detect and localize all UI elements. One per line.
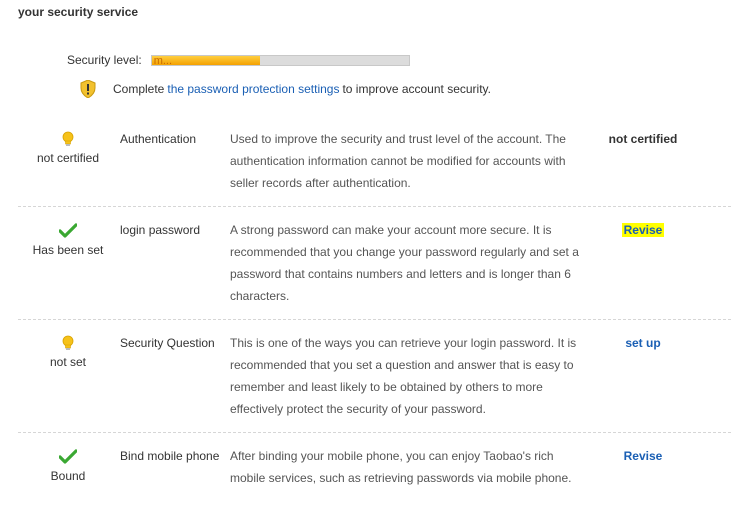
shield-warning-icon: [80, 80, 96, 98]
authentication-status: not certified: [18, 131, 118, 165]
item-description: A strong password can make your account …: [230, 223, 579, 303]
row-divider: [18, 319, 731, 320]
item-description: After binding your mobile phone, you can…: [230, 449, 572, 485]
status-text: Has been set: [32, 243, 104, 257]
checkmark-icon: [18, 449, 118, 465]
login-password-action: Revise: [588, 223, 698, 237]
security-question-action: set up: [588, 336, 698, 350]
mobile-phone-action: Revise: [588, 449, 698, 463]
row-divider: [18, 432, 731, 433]
revise-password-button[interactable]: Revise: [621, 223, 665, 237]
security-level: Security level: m...: [67, 53, 410, 67]
security-question-status: not set: [18, 335, 118, 369]
status-text: not certified: [36, 151, 100, 165]
login-password-status: Has been set: [18, 223, 118, 257]
set-up-button[interactable]: set up: [625, 336, 660, 350]
action-label: not certified: [608, 132, 678, 146]
lightbulb-icon: [18, 131, 118, 147]
lightbulb-icon: [18, 335, 118, 351]
security-level-bar: m...: [150, 54, 410, 67]
notice-prefix: Complete: [113, 82, 165, 96]
item-name: Authentication: [120, 132, 197, 146]
security-level-bar-text: m...: [153, 54, 173, 67]
security-level-label: Security level:: [67, 53, 142, 67]
page-title: your security service: [18, 5, 139, 19]
item-name: Security Question: [120, 336, 215, 350]
row-divider: [18, 206, 731, 207]
status-text: not set: [49, 355, 87, 369]
security-notice: Complete the password protection setting…: [80, 80, 491, 98]
checkmark-icon: [18, 223, 118, 239]
password-protection-settings-link[interactable]: the password protection settings: [167, 82, 339, 96]
status-text: Bound: [50, 469, 86, 483]
authentication-action: not certified: [588, 132, 698, 146]
item-description: Used to improve the security and trust l…: [230, 132, 566, 190]
item-name: login password: [120, 223, 201, 237]
mobile-phone-status: Bound: [18, 449, 118, 483]
item-name: Bind mobile phone: [120, 449, 220, 463]
item-description: This is one of the ways you can retrieve…: [230, 336, 577, 416]
revise-mobile-phone-button[interactable]: Revise: [624, 449, 663, 463]
notice-suffix: to improve account security.: [342, 82, 491, 96]
